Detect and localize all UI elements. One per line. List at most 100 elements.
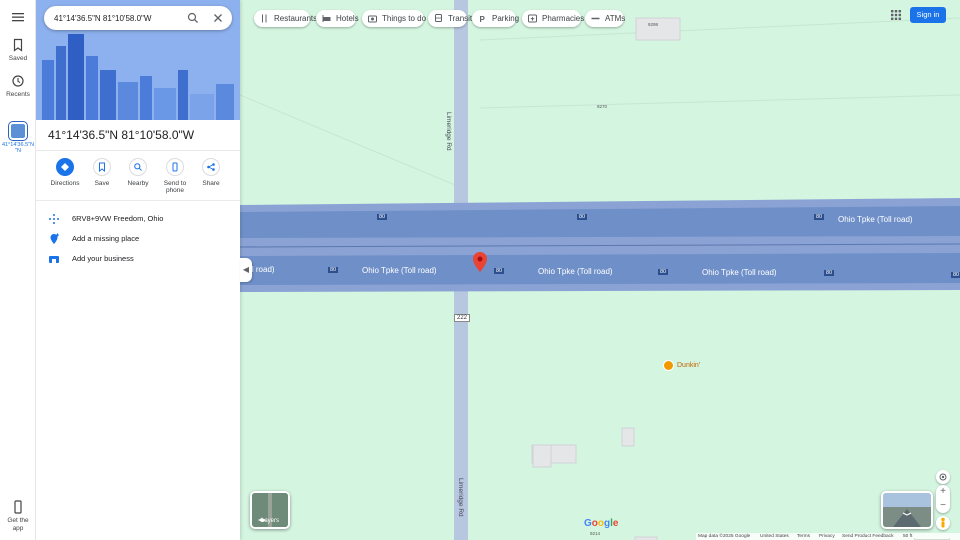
highway-label: Ohio Tpke (Toll road): [702, 268, 777, 277]
country-link[interactable]: United States: [760, 534, 789, 539]
street-view-photo: [883, 493, 931, 527]
chip-pharmacies[interactable]: Pharmacies: [522, 10, 585, 27]
highway-label: Ohio Tpke (Toll road): [362, 266, 437, 275]
hamburger-menu-icon: [12, 13, 24, 22]
privacy-link[interactable]: Privacy: [819, 534, 835, 539]
phone-icon: [14, 500, 22, 514]
send-to-phone-label-2: phone: [165, 187, 185, 194]
chip-parking[interactable]: P Parking: [472, 10, 520, 27]
chip-transit-label: Transit: [448, 14, 473, 23]
restaurant-icon: [262, 14, 267, 23]
highway-shield: 80: [951, 272, 960, 278]
send-to-phone-button[interactable]: Send to phone: [157, 158, 193, 194]
get-app-button[interactable]: Get the app: [0, 500, 36, 533]
pegman-button[interactable]: [936, 516, 950, 530]
bookmark-icon: [13, 38, 23, 52]
chip-transit[interactable]: Transit: [428, 10, 472, 27]
history-icon: [12, 75, 24, 87]
pharmacy-icon: [528, 14, 537, 23]
chip-hotels[interactable]: Hotels: [316, 10, 359, 27]
route-222-shield: 222: [454, 314, 471, 322]
chip-restaurants[interactable]: Restaurants: [254, 10, 317, 27]
phone-icon: [172, 162, 178, 172]
chip-atms[interactable]: ATMs: [585, 10, 626, 27]
terms-link[interactable]: Terms: [797, 534, 810, 539]
vertical-road-label-bottom: Limeridge Rd: [457, 478, 464, 517]
recent-place-label-2: "N: [15, 148, 21, 154]
zoom-in-button[interactable]: +: [936, 485, 950, 499]
route-9214-shield: 9214: [590, 531, 601, 536]
collapse-panel-button[interactable]: ◀: [240, 258, 252, 282]
map-footer: Map data ©2025 Google United States Term…: [696, 533, 960, 540]
add-business-label: Add your business: [72, 254, 134, 263]
camera-icon: [368, 15, 377, 23]
chip-pharmacies-label: Pharmacies: [542, 14, 585, 23]
directions-button[interactable]: Directions: [47, 158, 83, 187]
map-canvas[interactable]: Limeridge Rd Limeridge Rd Ohio Tpke (Tol…: [240, 0, 960, 540]
zoom-controls: + −: [936, 485, 950, 513]
share-icon: [207, 163, 215, 171]
saved-label: Saved: [8, 55, 28, 62]
layers-label: Layers: [260, 518, 279, 524]
recent-place-thumbnail: [9, 122, 27, 140]
coffee-icon: [663, 360, 674, 371]
share-button[interactable]: Share: [193, 158, 229, 187]
save-label: Save: [94, 180, 110, 187]
highway-shield: 80: [494, 268, 505, 274]
chip-things-to-do-label: Things to do: [382, 14, 427, 23]
nearby-button[interactable]: Nearby: [120, 158, 156, 187]
storefront-icon: [49, 256, 59, 263]
location-pin-icon[interactable]: [473, 252, 487, 272]
highway-shield: 80: [377, 214, 388, 220]
bookmark-icon: [99, 162, 105, 172]
poi-dunkin-label: Dunkin': [677, 362, 701, 369]
search-icon[interactable]: [187, 12, 199, 24]
google-logo: Google: [584, 518, 619, 529]
google-apps-icon[interactable]: [889, 8, 903, 22]
route-9270-shield: 9270: [597, 104, 608, 109]
send-feedback-link[interactable]: Send Product Feedback: [842, 534, 893, 539]
search-input[interactable]: [54, 10, 178, 26]
save-button[interactable]: Save: [84, 158, 120, 187]
send-to-phone-label-1: Send to: [163, 180, 187, 187]
close-icon[interactable]: [212, 12, 224, 24]
zoom-out-button[interactable]: −: [936, 499, 950, 513]
chip-things-to-do[interactable]: Things to do: [362, 10, 427, 27]
saved-button[interactable]: Saved: [0, 38, 36, 62]
add-business-row[interactable]: Add your business: [36, 250, 240, 268]
search-box[interactable]: [44, 6, 232, 30]
chip-restaurants-label: Restaurants: [274, 14, 318, 23]
chip-atms-label: ATMs: [605, 14, 626, 23]
divider: [36, 150, 240, 151]
chevron-left-icon: ◀: [242, 265, 250, 274]
chip-hotels-label: Hotels: [336, 14, 359, 23]
my-location-icon: [939, 473, 947, 481]
recent-place-item[interactable]: 41°14'36.5"N "N: [0, 122, 36, 154]
pegman-icon: [941, 517, 945, 528]
train-icon: [435, 14, 442, 22]
highway-shield: 80: [577, 214, 588, 220]
menu-button[interactable]: [0, 10, 36, 27]
highway-label: Ohio Tpke (Toll road): [838, 215, 913, 224]
svg-text:P: P: [480, 15, 486, 23]
add-missing-place-row[interactable]: Add a missing place: [36, 230, 240, 248]
scale-label[interactable]: 50 ft: [903, 534, 912, 539]
plus-code-row[interactable]: 6RV8+9VW Freedom, Ohio: [36, 210, 240, 228]
place-title: 41°14'36.5"N 81°10'58.0"W: [48, 128, 195, 142]
get-app-label: Get the app: [7, 517, 29, 532]
my-location-button[interactable]: [936, 470, 950, 484]
plus-code-icon: [49, 214, 59, 224]
sign-in-button[interactable]: Sign in: [910, 7, 946, 23]
highway-shield: 80: [814, 214, 825, 220]
nearby-label: Nearby: [127, 180, 149, 187]
atm-icon: [591, 17, 600, 20]
recents-button[interactable]: Recents: [0, 74, 36, 98]
street-view-thumbnail[interactable]: [881, 491, 933, 529]
divider: [36, 200, 240, 201]
chip-parking-label: Parking: [492, 14, 520, 23]
add-location-icon: [50, 233, 59, 244]
place-panel: 41°14'36.5"N 81°10'58.0"W Directions Sav…: [36, 0, 240, 540]
layers-button[interactable]: Layers: [250, 491, 290, 529]
map-data-attribution: Map data ©2025 Google: [698, 534, 751, 539]
parking-icon: P: [480, 15, 486, 23]
